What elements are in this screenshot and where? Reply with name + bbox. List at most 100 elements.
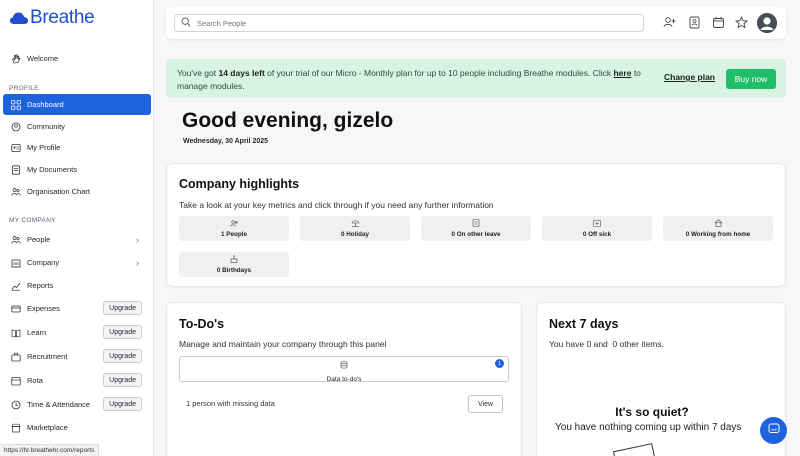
documents-icon — [11, 164, 21, 175]
next-7-days-card: Next 7 days You have 0 and 0 other items… — [536, 302, 786, 456]
clock-icon — [11, 400, 21, 410]
metric-other-leave[interactable]: 0 On other leave — [421, 216, 531, 241]
status-bar-url: https://hr.breathehr.com/reports — [0, 444, 100, 456]
section-label-profile: PROFILE — [9, 85, 39, 92]
home-icon — [714, 219, 723, 229]
sidebar-item-label: My Documents — [27, 165, 78, 174]
change-plan-link[interactable]: Change plan — [664, 72, 715, 82]
chevron-right-icon: › — [136, 234, 139, 245]
manage-modules-link[interactable]: here — [613, 68, 631, 78]
sidebar-item-label: Learn — [27, 328, 47, 337]
sidebar-item-community[interactable]: Community — [3, 116, 151, 137]
metric-people[interactable]: 1 People — [179, 216, 289, 241]
upgrade-recruitment-button[interactable]: Upgrade — [103, 349, 142, 363]
todo-card: To-Do's Manage and maintain your company… — [166, 302, 522, 456]
profile-icon — [11, 143, 21, 153]
leave-icon — [472, 219, 480, 229]
learn-icon — [11, 328, 21, 338]
days-left: 14 days left — [218, 68, 265, 78]
marketplace-icon — [11, 423, 21, 433]
todo-subtitle: Manage and maintain your company through… — [179, 339, 387, 349]
sidebar-item-label: Dashboard — [27, 100, 64, 109]
sidebar-item-people[interactable]: People › — [3, 229, 151, 250]
section-label-my-company: MY COMPANY — [9, 217, 56, 224]
search-placeholder: Search People — [197, 18, 247, 28]
people-icon — [229, 219, 239, 229]
star-icon[interactable] — [734, 15, 748, 29]
view-button[interactable]: View — [468, 395, 503, 413]
reports-icon — [11, 281, 21, 291]
trial-banner: You've got 14 days left of your trial of… — [166, 59, 786, 98]
sidebar: Breathe Welcome PROFILE Dashboard Commun… — [0, 0, 154, 456]
people-icon — [11, 235, 21, 245]
breathe-logo[interactable]: Breathe — [10, 7, 95, 29]
sidebar-item-my-documents[interactable]: My Documents — [3, 159, 151, 180]
contacts-icon[interactable] — [687, 15, 701, 29]
metric-working-from-home[interactable]: 0 Working from home — [663, 216, 773, 241]
highlights-subtitle: Take a look at your key metrics and clic… — [179, 200, 494, 210]
sidebar-item-label: Community — [27, 122, 65, 131]
data-todos-button[interactable]: Data to-do's 1 — [179, 356, 509, 383]
sidebar-item-org-chart[interactable]: Organisation Chart — [3, 181, 151, 202]
sidebar-item-label: Organisation Chart — [27, 187, 90, 196]
sidebar-item-label: Expenses — [27, 304, 60, 313]
data-todos-label: Data to-do's — [326, 375, 362, 383]
highlights-title: Company highlights — [179, 177, 300, 191]
empty-state-illustration — [612, 443, 658, 456]
sidebar-item-expenses[interactable]: Expenses Upgrade — [3, 298, 151, 319]
beach-umbrella-icon — [351, 219, 360, 229]
metric-holiday[interactable]: 0 Holiday — [300, 216, 410, 241]
quiet-subtitle: You have nothing coming up within 7 days — [555, 422, 742, 433]
sidebar-item-reports[interactable]: Reports — [3, 275, 151, 296]
first-aid-icon — [593, 219, 601, 229]
missing-data-text: 1 person with missing data — [186, 399, 275, 408]
quiet-title: It's so quiet? — [615, 405, 689, 419]
sidebar-item-company[interactable]: Company › — [3, 252, 151, 273]
community-icon — [11, 122, 21, 132]
chevron-right-icon: › — [136, 257, 139, 268]
cake-icon — [230, 255, 238, 265]
add-person-icon[interactable] — [662, 15, 676, 29]
metric-birthdays[interactable]: 0 Birthdays — [179, 252, 289, 277]
sidebar-item-time-attendance[interactable]: Time & Attendance Upgrade — [3, 394, 151, 415]
sidebar-item-label: Recruitment — [27, 352, 68, 361]
user-avatar[interactable] — [757, 13, 777, 33]
sidebar-item-label: Welcome — [27, 54, 59, 63]
sidebar-item-marketplace[interactable]: Marketplace — [3, 417, 151, 438]
sidebar-item-learn[interactable]: Learn Upgrade — [3, 322, 151, 343]
rota-icon — [11, 376, 21, 386]
sidebar-item-label: Reports — [27, 281, 54, 290]
database-icon — [340, 356, 348, 374]
wave-hand-icon — [11, 54, 21, 64]
recruitment-icon — [11, 352, 21, 362]
next7-subtitle: You have 0 and 0 other items. — [549, 339, 664, 349]
current-date: Wednesday, 30 April 2025 — [183, 138, 269, 145]
search-icon — [181, 17, 191, 29]
chat-launcher-button[interactable] — [760, 417, 787, 444]
trial-message: You've got 14 days left of your trial of… — [177, 68, 641, 91]
sidebar-item-label: Marketplace — [27, 423, 68, 432]
upgrade-expenses-button[interactable]: Upgrade — [103, 301, 142, 315]
calendar-icon[interactable] — [711, 15, 725, 29]
sidebar-item-welcome[interactable]: Welcome — [3, 48, 151, 69]
sidebar-item-label: Rota — [27, 376, 43, 385]
chat-bubble-icon — [768, 422, 780, 440]
sidebar-item-recruitment[interactable]: Recruitment Upgrade — [3, 346, 151, 367]
brand-name: Breathe — [30, 7, 95, 28]
top-bar: Search People — [166, 7, 786, 39]
todo-count-badge: 1 — [495, 359, 504, 368]
sidebar-item-label: Time & Attendance — [27, 400, 91, 409]
upgrade-learn-button[interactable]: Upgrade — [103, 325, 142, 339]
expenses-icon — [11, 304, 21, 314]
search-input[interactable]: Search People — [174, 14, 644, 32]
metric-off-sick[interactable]: 0 Off sick — [542, 216, 652, 241]
sidebar-item-dashboard[interactable]: Dashboard — [3, 94, 151, 115]
sidebar-item-label: People — [27, 235, 51, 244]
upgrade-rota-button[interactable]: Upgrade — [103, 373, 142, 387]
todo-title: To-Do's — [179, 317, 225, 331]
sidebar-item-rota[interactable]: Rota Upgrade — [3, 370, 151, 391]
sidebar-item-my-profile[interactable]: My Profile — [3, 137, 151, 158]
sidebar-item-label: My Profile — [27, 143, 61, 152]
buy-now-button[interactable]: Buy now — [726, 69, 776, 89]
upgrade-time-attendance-button[interactable]: Upgrade — [103, 397, 142, 411]
